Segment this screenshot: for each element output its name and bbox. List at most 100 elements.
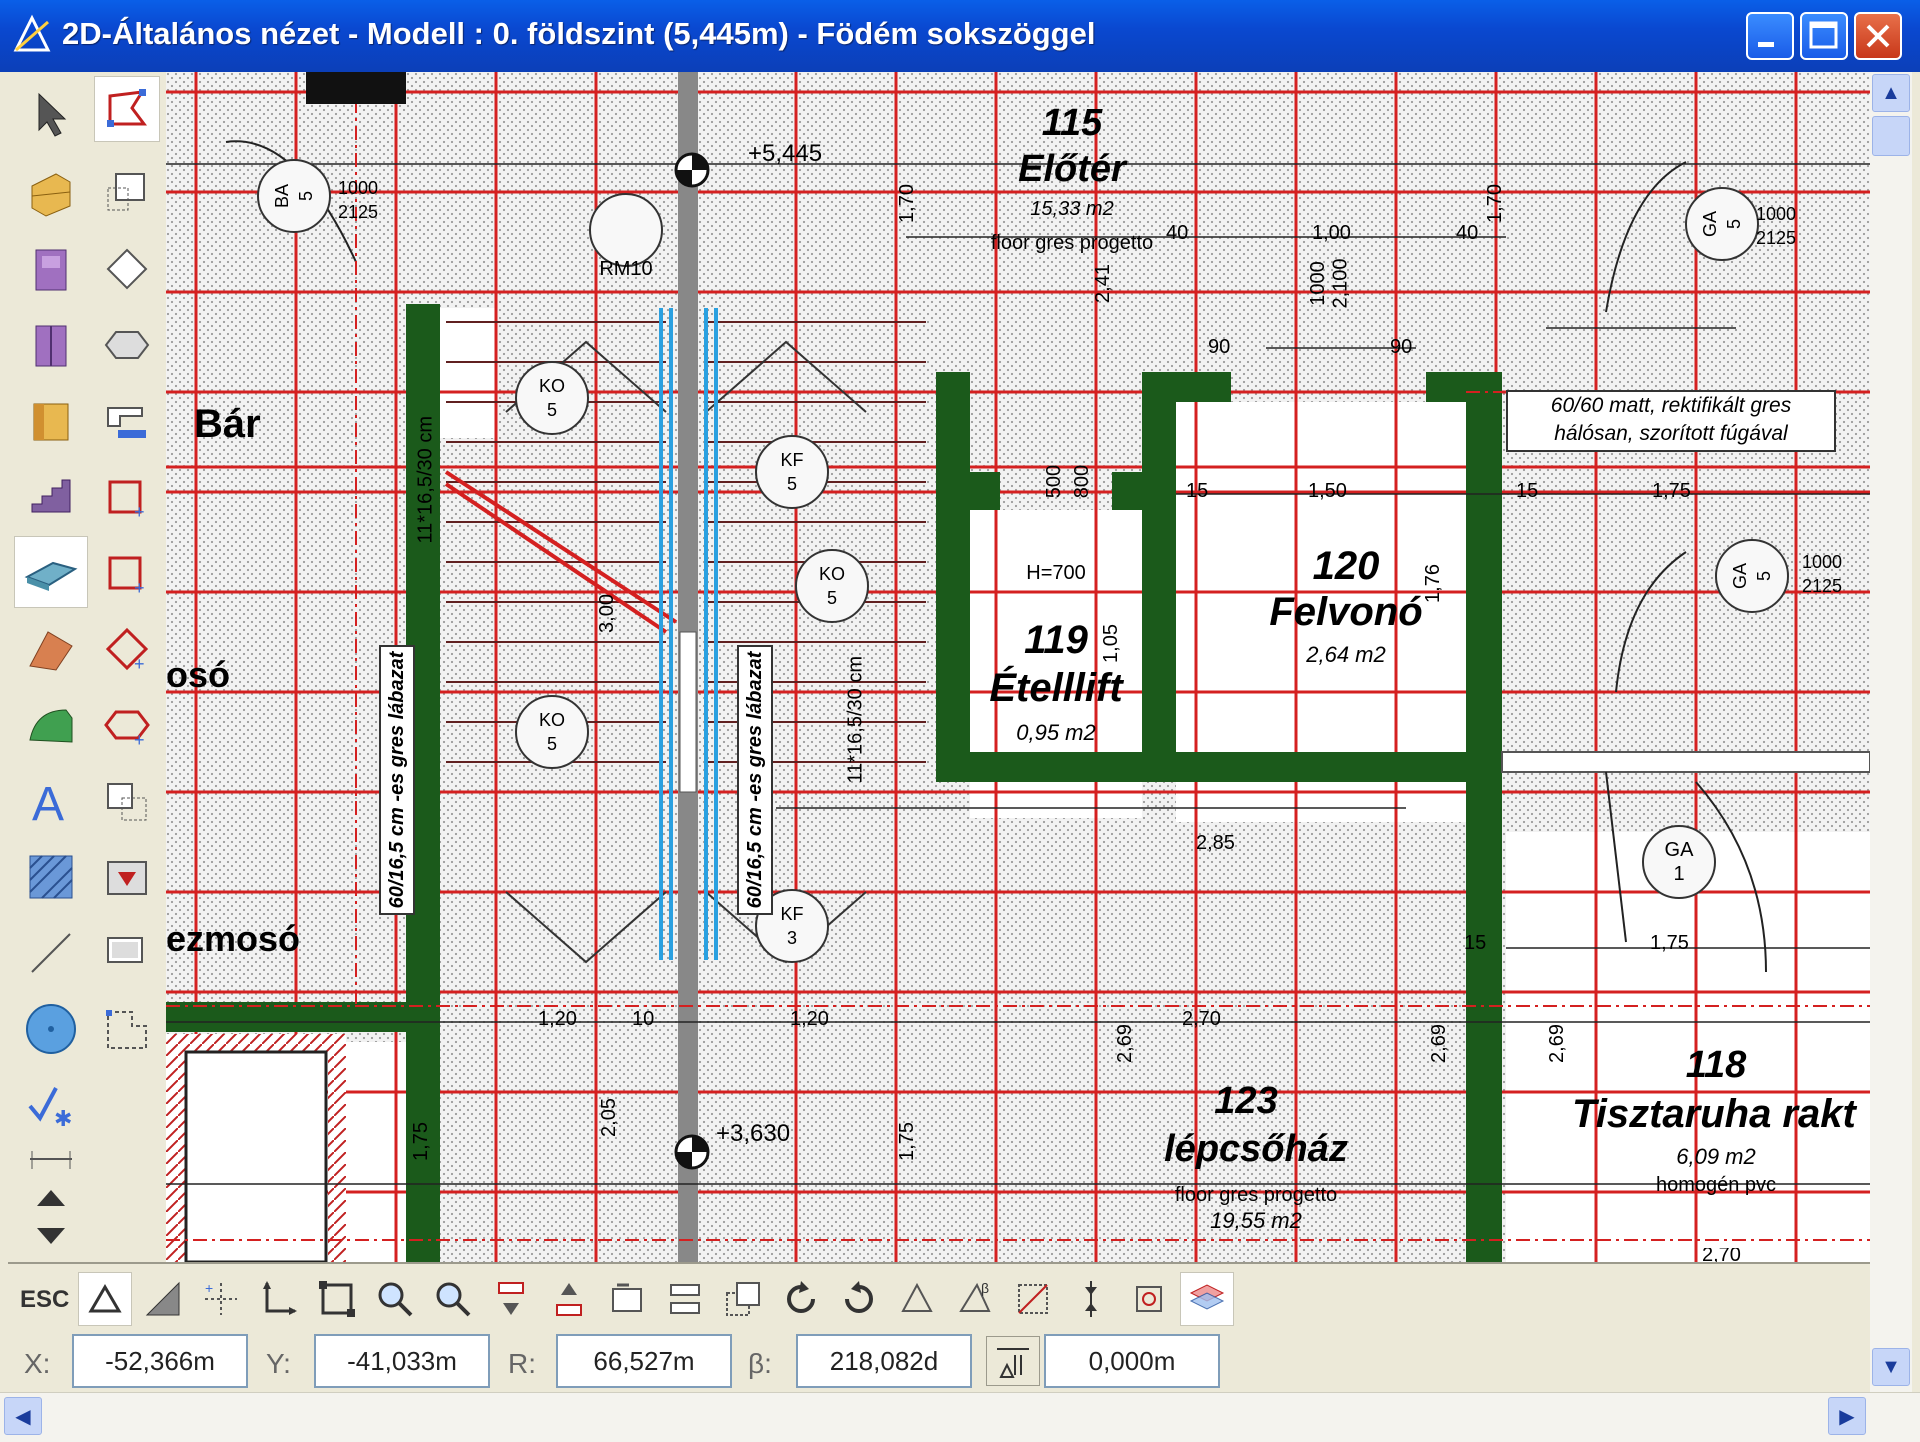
x-coordinate-field[interactable]: -52,366m (72, 1334, 248, 1388)
scroll-right-icon[interactable]: ▶ (1828, 1397, 1866, 1435)
angle-icon[interactable]: β (948, 1272, 1002, 1326)
window-title: 2D-Általános nézet - Modell : 0. földszi… (62, 16, 1096, 51)
r-label: R: (508, 1348, 536, 1379)
wall-icon[interactable] (18, 160, 84, 226)
align-icon[interactable] (1064, 1272, 1118, 1326)
close-button[interactable] (1854, 12, 1902, 60)
tag-number: 3 (786, 928, 797, 948)
diagonal-dim-icon[interactable] (1006, 1272, 1060, 1326)
tag-ga-3: GA 5 (1728, 552, 1776, 600)
scroll-up-icon[interactable]: ▲ (1872, 74, 1910, 112)
dim-105: 1,05 (1099, 624, 1122, 663)
stair-icon[interactable] (18, 464, 84, 530)
rotate-icon[interactable] (94, 160, 160, 226)
corner-edit-icon[interactable] (94, 996, 160, 1062)
drawing-canvas[interactable]: 115 Előtér 15,33 m2 floor gres progetto … (166, 72, 1870, 1262)
tag-number: 5 (546, 400, 557, 420)
split-icon[interactable] (658, 1272, 712, 1326)
shell-icon[interactable] (18, 692, 84, 758)
text-icon[interactable]: A (18, 768, 84, 834)
relative-coords-icon[interactable] (78, 1272, 132, 1326)
triangle-icon[interactable] (890, 1272, 944, 1326)
section-icon[interactable] (600, 1272, 654, 1326)
slab-icon[interactable] (14, 536, 88, 608)
layers-icon[interactable] (1180, 1272, 1234, 1326)
dim-800: 800 (1071, 464, 1094, 499)
edit-node-icon[interactable]: + (94, 616, 160, 682)
material-note-line-1: 60/60 matt, rektifikált gres (1550, 394, 1792, 417)
tag-rm10: RM10 (599, 258, 653, 280)
level-label-1: +5,445 (748, 140, 823, 167)
snap-grid-icon[interactable]: + (194, 1272, 248, 1326)
dimension-icon[interactable] (18, 1140, 84, 1180)
vertical-scroll-thumb[interactable] (1872, 116, 1910, 156)
corner-icon[interactable] (94, 388, 160, 454)
arrow-icon[interactable] (18, 82, 84, 148)
dim-170-b: 1,70 (1483, 184, 1506, 223)
room-118-number: 118 (1685, 1044, 1747, 1086)
room-118-finish: homogén pvc (1655, 1174, 1777, 1196)
hex-add-icon[interactable]: + (94, 692, 160, 758)
dim-205: 2,05 (597, 1098, 620, 1137)
hatch-icon[interactable] (18, 844, 84, 910)
roof-icon[interactable] (18, 616, 84, 682)
object-icon[interactable] (18, 388, 84, 454)
hexagon-icon[interactable] (94, 312, 160, 378)
x-label: X: (24, 1348, 51, 1379)
scroll-left-icon[interactable]: ◀ (4, 1397, 42, 1435)
tag-ga-2: GA 5 (1698, 200, 1746, 248)
circle-icon[interactable] (18, 996, 84, 1062)
zoom-out-icon[interactable] (426, 1272, 480, 1326)
level-label-2: +3,630 (716, 1120, 791, 1147)
maximize-button[interactable] (1800, 12, 1848, 60)
tag-code: KF (780, 450, 804, 470)
svg-text:+: + (134, 654, 145, 674)
layer-up-icon[interactable] (542, 1272, 596, 1326)
window-icon[interactable] (18, 312, 84, 378)
line-icon[interactable] (18, 920, 84, 986)
add-node-icon[interactable]: + (94, 464, 160, 530)
add-node2-icon[interactable]: + (94, 540, 160, 606)
scroll-down-icon[interactable]: ▼ (1872, 1348, 1910, 1386)
gravity-icon[interactable] (136, 1272, 190, 1326)
dim-269-a: 2,69 (1113, 1024, 1136, 1063)
zoom-in-icon[interactable] (368, 1272, 422, 1326)
horizontal-scrollbar[interactable]: ◀ ▶ (0, 1392, 1920, 1442)
dim-40-b: 40 (1456, 222, 1479, 244)
rotate-right-icon[interactable] (832, 1272, 886, 1326)
check-icon[interactable]: ✱ (18, 1072, 84, 1138)
transform-icon[interactable] (94, 844, 160, 910)
rotate-diamond-icon[interactable] (94, 236, 160, 302)
stretch-icon[interactable] (94, 920, 160, 986)
maximize-icon (1809, 21, 1838, 49)
polygon-select-icon[interactable] (94, 76, 160, 142)
close-icon (1866, 24, 1890, 48)
arrow-down-icon[interactable] (18, 1218, 84, 1254)
dim-100: 1,00 (1312, 222, 1351, 244)
z-elevation-field[interactable]: 0,000m (1044, 1334, 1220, 1388)
dim-15-b: 15 (1516, 480, 1539, 502)
y-coordinate-field[interactable]: -41,033m (314, 1334, 490, 1388)
stair-count-right: 11*16,5/30 cm (844, 656, 867, 784)
rotate-left-icon[interactable] (774, 1272, 828, 1326)
offset-icon[interactable] (716, 1272, 770, 1326)
snap-center-icon[interactable] (1122, 1272, 1176, 1326)
tag-kf-2: KF 3 (768, 902, 816, 950)
elevation-icon[interactable] (986, 1336, 1040, 1386)
room-115-name: Előtér (1018, 148, 1126, 190)
fit-window-icon[interactable] (310, 1272, 364, 1326)
vertical-scrollbar[interactable]: ▲ ▼ (1870, 72, 1912, 1392)
beta-angle-field[interactable]: 218,082d (796, 1334, 972, 1388)
door-icon[interactable] (18, 236, 84, 302)
y-label: Y: (266, 1348, 291, 1379)
r-distance-field[interactable]: 66,527m (556, 1334, 732, 1388)
esc-button[interactable]: ESC (20, 1286, 69, 1314)
tag-ga-1: GA 1 (1655, 838, 1703, 886)
door-height: 2125 (338, 202, 379, 222)
tag-number: 5 (1754, 571, 1774, 582)
axis-icon[interactable] (252, 1272, 306, 1326)
minimize-button[interactable] (1746, 12, 1794, 60)
arrow-up-icon[interactable] (18, 1180, 84, 1216)
layer-down-icon[interactable] (484, 1272, 538, 1326)
mirror-icon[interactable] (94, 768, 160, 834)
